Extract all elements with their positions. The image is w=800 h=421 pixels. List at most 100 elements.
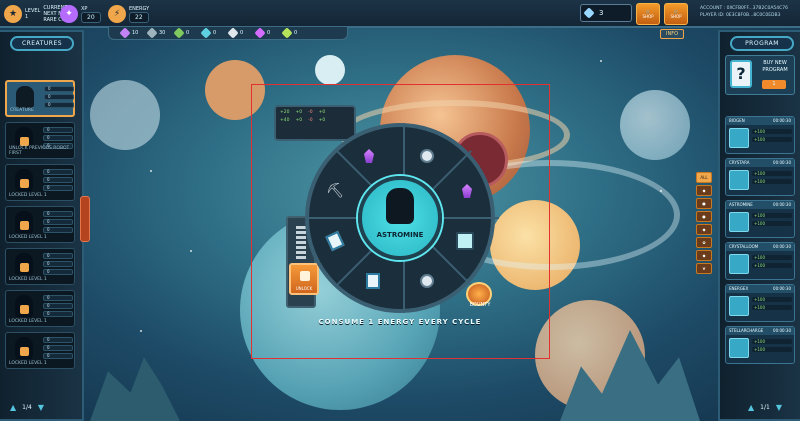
star bbox=[190, 250, 192, 252]
slot-stat: 0 bbox=[44, 94, 74, 100]
planet bbox=[315, 55, 345, 85]
slot-label: LOCKED LEVEL 1 bbox=[9, 319, 47, 324]
xp-label: XP bbox=[81, 5, 88, 12]
program-output: +100 bbox=[752, 179, 792, 184]
crystal-icon bbox=[119, 27, 131, 39]
creature-slot[interactable]: 0 0 0 LOCKED LEVEL 1 bbox=[5, 290, 75, 327]
resource-item: 0 bbox=[281, 27, 306, 39]
program-card[interactable]: CRYSTARA 00:00:30 +100 +100 bbox=[725, 158, 795, 196]
program-output: +100 bbox=[752, 297, 792, 302]
resource-value: 30 bbox=[159, 30, 166, 36]
program-time: 00:00:30 bbox=[773, 244, 791, 249]
top-bar: ★ LEVEL 1 CURRENT NEXT NEXT RARE COIN ✦ … bbox=[0, 0, 800, 28]
program-card[interactable]: STELLARCHARGE 00:00:30 +100 +100 bbox=[725, 326, 795, 364]
lock-icon bbox=[20, 305, 29, 314]
slot-label: UNLOCK PREVIOUS ROBOT FIRST bbox=[9, 146, 70, 156]
resource-value: 0 bbox=[267, 30, 271, 36]
program-card[interactable]: ASTROMINE 00:00:30 +100 +100 bbox=[725, 200, 795, 238]
energy-value: 22 bbox=[129, 11, 150, 23]
buy-program-card[interactable]: ? BUY NEW PROGRAM 1 bbox=[725, 55, 795, 95]
shop-button-2[interactable]: 🛒 SHOP bbox=[664, 3, 688, 25]
creatures-title: CREATURES bbox=[10, 36, 74, 51]
next-page-icon[interactable]: ▼ bbox=[776, 403, 782, 412]
creatures-pager: ▲ 1/4 ▼ bbox=[10, 401, 44, 413]
buy-program-title: BUY NEW PROGRAM bbox=[762, 60, 788, 73]
star bbox=[600, 60, 602, 62]
filter-shard[interactable]: ◆ bbox=[696, 250, 712, 261]
program-name: CRYSTARA bbox=[729, 160, 750, 165]
program-panel: PROGRAM ? BUY NEW PROGRAM 1 BIOGEN 00:00:… bbox=[718, 30, 800, 421]
lock-icon bbox=[20, 221, 29, 230]
filter-stone[interactable]: ● bbox=[696, 198, 712, 209]
program-output: +100 bbox=[752, 171, 792, 176]
pick-icon bbox=[729, 212, 749, 232]
filter-all[interactable]: ALL bbox=[696, 172, 712, 183]
program-card[interactable]: BIOGEN 00:00:30 +100 +100 bbox=[725, 116, 795, 154]
resource-value: 0 bbox=[294, 30, 298, 36]
slot-stat: 0 bbox=[44, 86, 74, 92]
creature-slot[interactable]: 0 0 0 LOCKED LEVEL 1 bbox=[5, 206, 75, 243]
slot-stat: 0 bbox=[43, 185, 73, 191]
program-output: +100 bbox=[752, 263, 792, 268]
creature-slot[interactable]: 0 0 0 LOCKED LEVEL 1 bbox=[5, 332, 75, 369]
star bbox=[660, 190, 662, 192]
slot-stat: 0 bbox=[43, 345, 73, 351]
energy-label: ENERGY bbox=[129, 5, 150, 12]
program-card[interactable]: CRYSTALLOOM 00:00:30 +100 +100 bbox=[725, 242, 795, 280]
slot-stat: 0 bbox=[43, 261, 73, 267]
shard-icon bbox=[254, 27, 266, 39]
creature-slot[interactable]: 0 0 0 CREATURE bbox=[5, 80, 75, 117]
shop-label-2: SHOP bbox=[670, 14, 682, 19]
creature-slot[interactable]: 0 0 0 UNLOCK PREVIOUS ROBOT FIRST bbox=[5, 122, 75, 159]
star bbox=[150, 170, 152, 172]
filter-crystal[interactable]: ◆ bbox=[696, 185, 712, 196]
program-output: +100 bbox=[752, 129, 792, 134]
player-id-line: PLAYER ID: 0E3C8F0B...8C0C0EDB3 bbox=[700, 13, 781, 18]
program-card[interactable]: ENERGEX 00:00:30 +100 +100 bbox=[725, 284, 795, 322]
next-page-icon[interactable]: ▼ bbox=[38, 403, 44, 412]
filter-gem[interactable]: ◆ bbox=[696, 224, 712, 235]
planet bbox=[620, 90, 690, 160]
creatures-page: 1/4 bbox=[22, 403, 32, 411]
program-time: 00:00:30 bbox=[773, 328, 791, 333]
program-output: +100 bbox=[752, 305, 792, 310]
program-output: +100 bbox=[752, 213, 792, 218]
slot-stat: 0 bbox=[43, 269, 73, 275]
program-time: 00:00:30 bbox=[773, 118, 791, 123]
program-title: PROGRAM bbox=[730, 36, 794, 51]
prev-page-icon[interactable]: ▲ bbox=[10, 403, 16, 412]
lock-icon bbox=[20, 263, 29, 272]
slot-stat: 0 bbox=[43, 295, 73, 301]
creatures-panel: CREATURES 0 0 0 CREATURE 0 0 0 UNLOCK PR… bbox=[0, 30, 84, 421]
creature-silhouette bbox=[16, 86, 34, 108]
gem-counter: 3 bbox=[580, 4, 632, 22]
shop-button-1[interactable]: 🛒 SHOP bbox=[636, 3, 660, 25]
resource-value: 10 bbox=[132, 30, 139, 36]
xp-icon: ✦ bbox=[60, 5, 78, 23]
gem-icon bbox=[583, 7, 595, 19]
slot-stat: 0 bbox=[43, 353, 73, 359]
filter-flower[interactable]: ✿ bbox=[696, 237, 712, 248]
ore-icon bbox=[173, 27, 185, 39]
stone-icon bbox=[146, 27, 158, 39]
slot-stat: 0 bbox=[43, 135, 73, 141]
filter-ore[interactable]: ● bbox=[696, 211, 712, 222]
resource-bar: 10 30 0 0 0 0 0 bbox=[108, 26, 348, 40]
collapse-tab[interactable] bbox=[80, 196, 90, 242]
program-name: CRYSTALLOOM bbox=[729, 244, 759, 249]
microscope-icon bbox=[729, 128, 749, 148]
question-icon: ? bbox=[730, 60, 752, 88]
shop-label-1: SHOP bbox=[642, 14, 654, 19]
info-button[interactable]: INFO bbox=[660, 29, 684, 39]
filter-leaf[interactable]: ❦ bbox=[696, 263, 712, 274]
prev-page-icon[interactable]: ▲ bbox=[748, 403, 754, 412]
slot-label: CREATURE bbox=[10, 108, 34, 113]
creature-slot[interactable]: 0 0 0 LOCKED LEVEL 1 bbox=[5, 164, 75, 201]
buy-program-price[interactable]: 1 bbox=[762, 80, 786, 89]
energy-stat: ⚡ ENERGY 22 bbox=[108, 4, 150, 24]
creature-slot[interactable]: 0 0 0 LOCKED LEVEL 1 bbox=[5, 248, 75, 285]
program-name: BIOGEN bbox=[729, 118, 745, 123]
slot-stat: 0 bbox=[43, 227, 73, 233]
level-icon: ★ bbox=[4, 5, 22, 23]
lock-icon bbox=[20, 137, 29, 146]
